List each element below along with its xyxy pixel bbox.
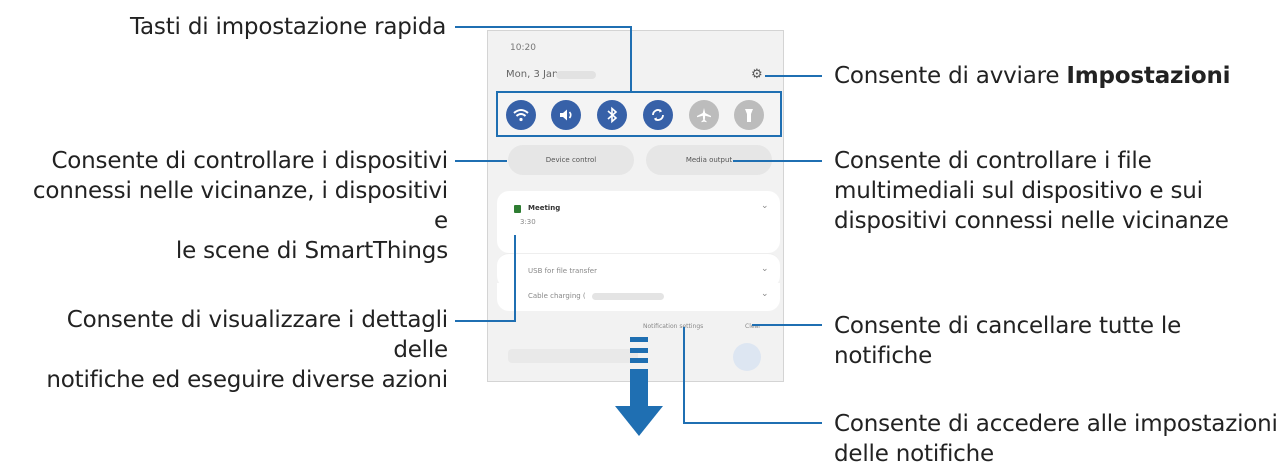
device-control-button[interactable]: Device control bbox=[508, 145, 634, 175]
notification-subtext: 3:30 bbox=[520, 218, 536, 226]
wifi-icon[interactable] bbox=[506, 100, 536, 130]
notification-card[interactable]: Meeting 3:30 ⌄ bbox=[497, 191, 780, 253]
date-extra-blurred bbox=[556, 71, 596, 79]
bluetooth-icon[interactable] bbox=[597, 100, 627, 130]
notification-title: Meeting bbox=[528, 204, 561, 212]
device-control-label: Consente di controllare i dispositivi co… bbox=[32, 148, 448, 264]
airplane-icon[interactable] bbox=[689, 100, 719, 130]
notification-panel: 10:20 Mon, 3 Jan ⚙ Device control Media … bbox=[487, 30, 784, 382]
flashlight-icon[interactable] bbox=[734, 100, 764, 130]
chevron-down-icon[interactable]: ⌄ bbox=[761, 264, 769, 274]
chevron-down-icon[interactable]: ⌄ bbox=[761, 201, 769, 211]
panel-date: Mon, 3 Jan bbox=[506, 69, 559, 80]
chevron-down-icon[interactable]: ⌄ bbox=[761, 289, 769, 299]
notification-details-label: Consente di visualizzare i dettagli dell… bbox=[46, 307, 448, 393]
media-output-label: Consente di controllare i file multimedi… bbox=[834, 148, 1229, 234]
charging-notification[interactable]: Cable charging ( ⌄ bbox=[497, 283, 780, 311]
gear-icon[interactable]: ⚙ bbox=[751, 68, 763, 81]
settings-label: Consente di avviare Impostazioni bbox=[834, 63, 1231, 89]
blurred-circle bbox=[733, 343, 761, 371]
auto-rotate-icon[interactable] bbox=[643, 100, 673, 130]
calendar-app-icon bbox=[514, 205, 521, 213]
usb-item-text: USB for file transfer bbox=[528, 267, 597, 275]
status-time: 10:20 bbox=[510, 43, 536, 53]
charging-detail-blurred bbox=[592, 293, 664, 300]
quick-setting-buttons-label: Tasti di impostazione rapida bbox=[130, 14, 447, 40]
quick-settings-bar bbox=[496, 91, 782, 137]
charging-item-text: Cable charging ( bbox=[528, 292, 586, 300]
notification-settings-link[interactable]: Notification settings bbox=[643, 323, 703, 330]
notification-settings-label: Consente di accedere alle impostazioni d… bbox=[834, 411, 1278, 467]
clear-label: Consente di cancellare tutte le notifich… bbox=[834, 313, 1182, 369]
blurred-background bbox=[508, 349, 638, 363]
sound-icon[interactable] bbox=[551, 100, 581, 130]
